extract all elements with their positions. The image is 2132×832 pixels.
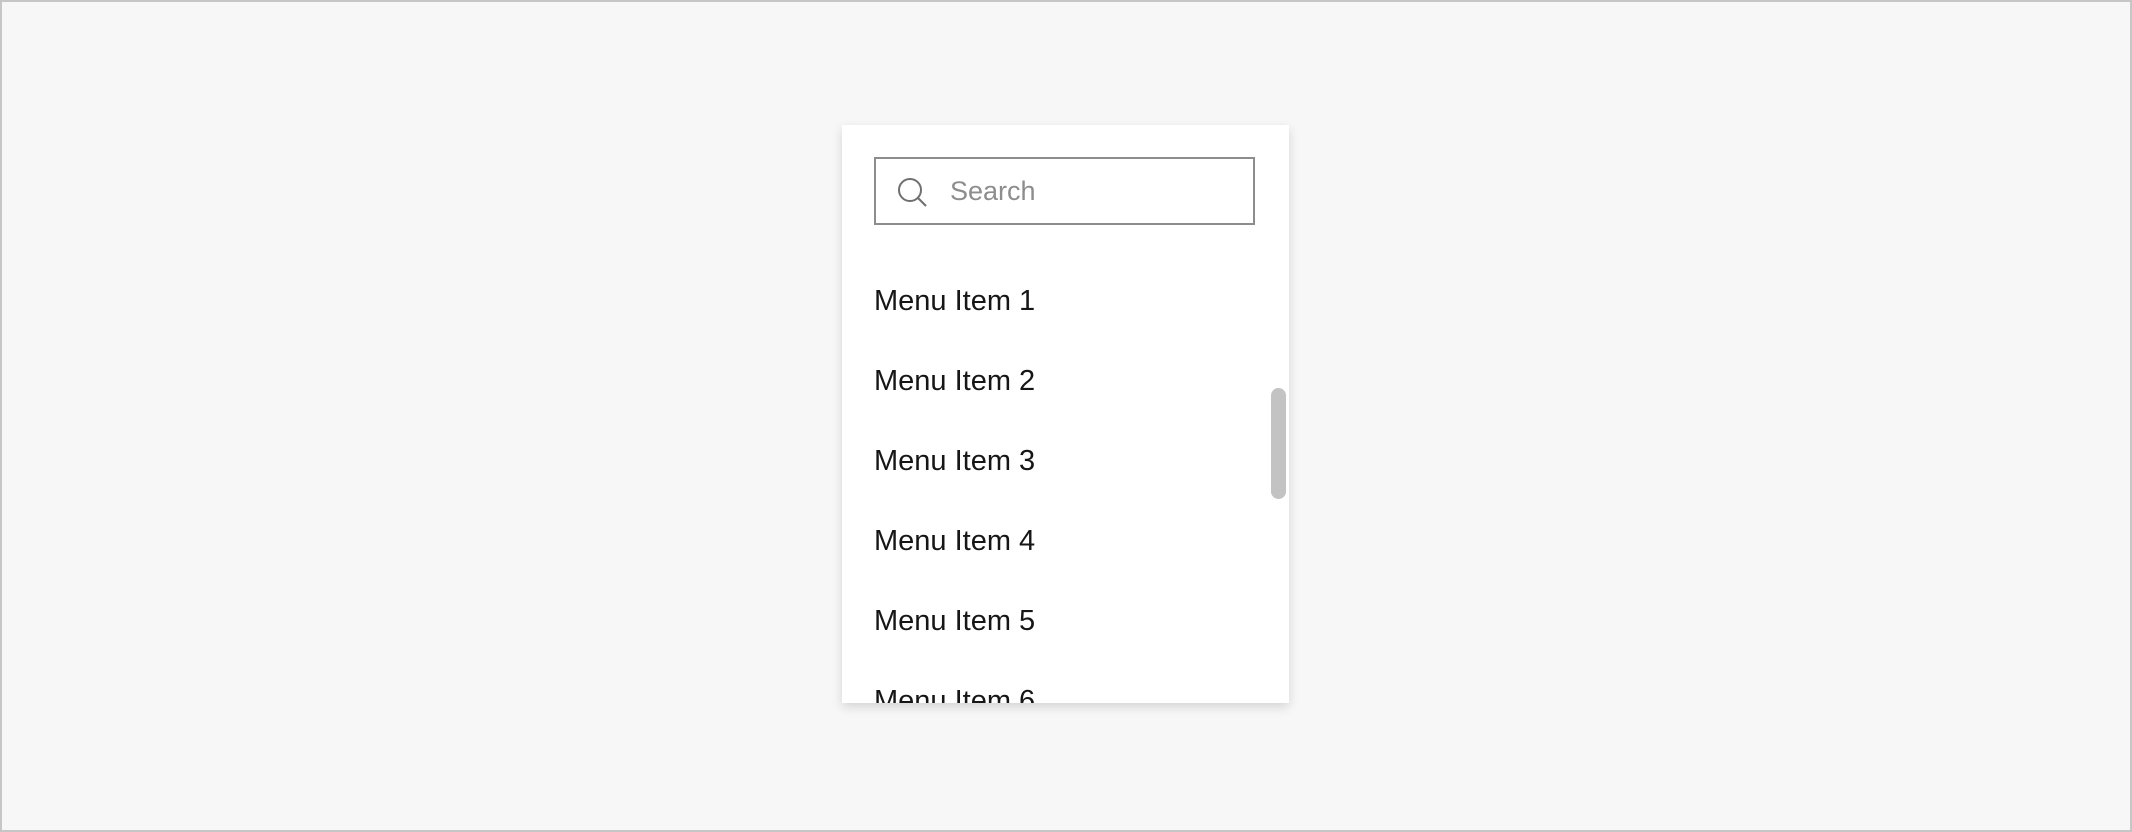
search-menu-panel: Menu Item 1 Menu Item 2 Menu Item 3 Menu…: [842, 125, 1289, 703]
menu-item-6[interactable]: Menu Item 6: [842, 661, 1289, 703]
search-icon: [898, 178, 927, 207]
menu-item-5[interactable]: Menu Item 5: [842, 581, 1289, 661]
menu-item-3[interactable]: Menu Item 3: [842, 421, 1289, 501]
menu-list-viewport[interactable]: Menu Item 1 Menu Item 2 Menu Item 3 Menu…: [842, 261, 1289, 703]
search-field[interactable]: [874, 157, 1255, 225]
menu-item-2[interactable]: Menu Item 2: [842, 341, 1289, 421]
search-input[interactable]: [950, 159, 1240, 223]
menu-item-4[interactable]: Menu Item 4: [842, 501, 1289, 581]
menu-list: Menu Item 1 Menu Item 2 Menu Item 3 Menu…: [842, 261, 1289, 703]
scrollbar-track[interactable]: [1271, 261, 1287, 703]
scrollbar-thumb[interactable]: [1271, 388, 1286, 499]
menu-item-1[interactable]: Menu Item 1: [842, 261, 1289, 341]
